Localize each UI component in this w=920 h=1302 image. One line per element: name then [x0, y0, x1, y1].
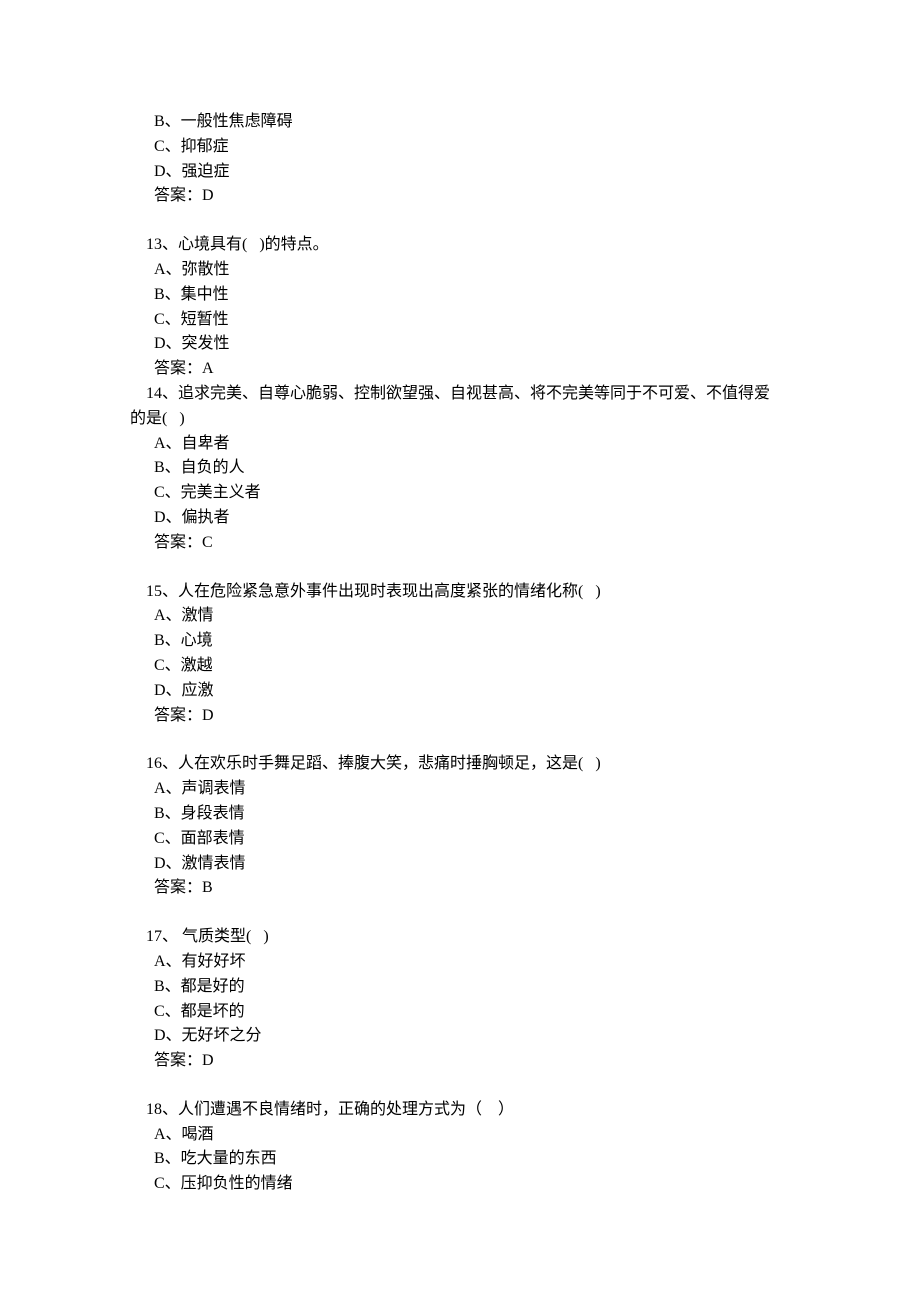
q14-option-b: B、自负的人 — [130, 456, 810, 481]
blank-spacer — [130, 728, 810, 752]
blank-spacer — [130, 1074, 810, 1098]
q16-question: 16、人在欢乐时手舞足蹈、捧腹大笑，悲痛时捶胸顿足，这是( ) — [130, 752, 810, 777]
q18-question: 18、人们遭遇不良情绪时，正确的处理方式为（ ） — [130, 1098, 810, 1123]
q15-option-b: B、心境 — [130, 629, 810, 654]
q15-option-d: D、应激 — [130, 679, 810, 704]
q16-option-c: C、面部表情 — [130, 827, 810, 852]
q17-answer: 答案：D — [130, 1049, 810, 1074]
q17-question: 17、 气质类型( ) — [130, 925, 810, 950]
q15-option-c: C、激越 — [130, 654, 810, 679]
q12-option-c: C、抑郁症 — [130, 135, 810, 160]
q13-option-b: B、集中性 — [130, 283, 810, 308]
q13-option-a: A、弥散性 — [130, 258, 810, 283]
q14-answer: 答案：C — [130, 531, 810, 556]
q14-option-d: D、偏执者 — [130, 506, 810, 531]
q17-option-d: D、无好坏之分 — [130, 1024, 810, 1049]
blank-spacer — [130, 901, 810, 925]
q17-option-b: B、都是好的 — [130, 975, 810, 1000]
blank-spacer — [130, 209, 810, 233]
q15-answer: 答案：D — [130, 704, 810, 729]
q16-option-a: A、声调表情 — [130, 777, 810, 802]
q13-question: 13、心境具有( )的特点。 — [130, 233, 810, 258]
q14-option-a: A、自卑者 — [130, 432, 810, 457]
q17-option-a: A、有好好坏 — [130, 950, 810, 975]
q12-option-d: D、强迫症 — [130, 160, 810, 185]
q16-option-d: D、激情表情 — [130, 852, 810, 877]
q12-option-b: B、一般性焦虑障碍 — [130, 110, 810, 135]
q17-option-c: C、都是坏的 — [130, 1000, 810, 1025]
q15-option-a: A、激情 — [130, 604, 810, 629]
q16-option-b: B、身段表情 — [130, 802, 810, 827]
q13-answer: 答案：A — [130, 357, 810, 382]
q18-option-b: B、吃大量的东西 — [130, 1147, 810, 1172]
q18-option-c: C、压抑负性的情绪 — [130, 1172, 810, 1197]
blank-spacer — [130, 556, 810, 580]
q14-question-line1: 14、追求完美、自尊心脆弱、控制欲望强、自视甚高、将不完美等同于不可爱、不值得爱 — [130, 382, 810, 407]
q12-answer: 答案：D — [130, 184, 810, 209]
q14-question-line2: 的是( ) — [130, 407, 810, 432]
q13-option-d: D、突发性 — [130, 332, 810, 357]
q16-answer: 答案：B — [130, 876, 810, 901]
q13-option-c: C、短暂性 — [130, 308, 810, 333]
q18-option-a: A、喝酒 — [130, 1123, 810, 1148]
q15-question: 15、人在危险紧急意外事件出现时表现出高度紧张的情绪化称( ) — [130, 580, 810, 605]
q14-option-c: C、完美主义者 — [130, 481, 810, 506]
